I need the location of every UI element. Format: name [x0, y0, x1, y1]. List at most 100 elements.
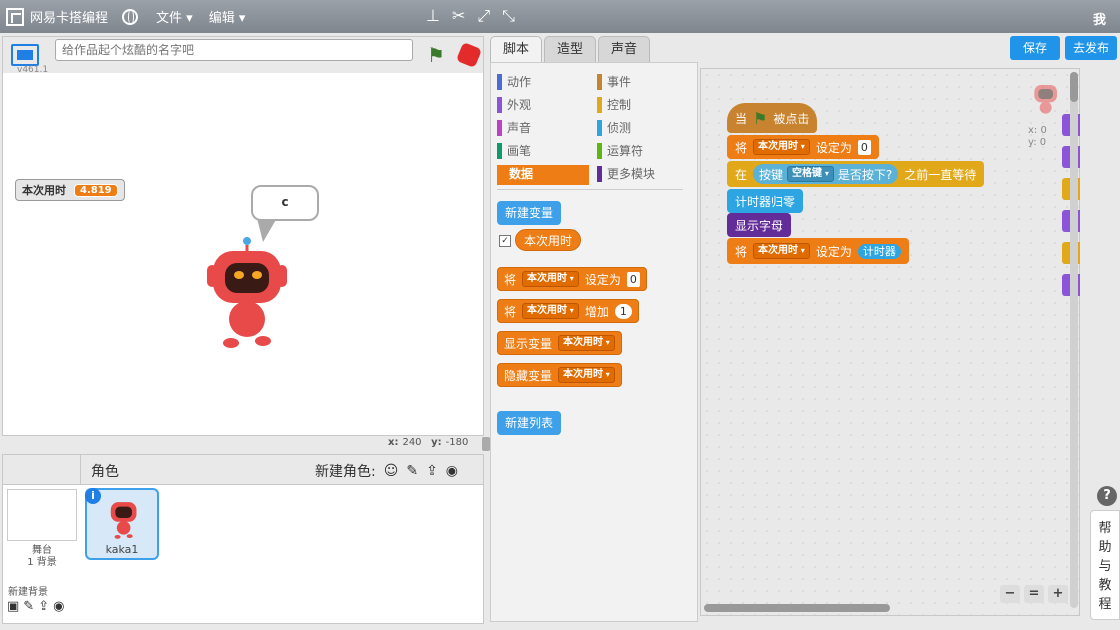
variable-dropdown[interactable]: 本次用时: [753, 243, 810, 259]
tab-sounds[interactable]: 声音: [598, 36, 651, 62]
value-input[interactable]: 0: [626, 271, 640, 287]
coord-y: -180: [445, 437, 469, 448]
variable-reporter[interactable]: 本次用时: [515, 229, 582, 251]
backdrop-paint-icon[interactable]: ✎: [23, 599, 34, 614]
tab-costumes[interactable]: 造型: [544, 36, 597, 62]
category-events[interactable]: 事件: [597, 73, 689, 93]
scripts-area[interactable]: 当 ⚑ 被点击 将 本次用时 设定为 0 在 按键 空格键 是否按下? 之前一直…: [700, 68, 1080, 616]
new-sprite-bar: 新建角色: ☺ ✎ ⇪ ◉: [315, 461, 458, 481]
backdrop-library-icon[interactable]: ▣: [7, 599, 19, 614]
stage-column: [3, 455, 81, 485]
camera-icon[interactable]: ◉: [446, 463, 458, 479]
reset-timer-block[interactable]: 计时器归零: [727, 189, 804, 213]
category-control[interactable]: 控制: [597, 96, 689, 116]
stage-name: 舞台: [32, 545, 52, 556]
category-color-bar: [597, 166, 602, 182]
fullscreen-icon[interactable]: [11, 44, 39, 66]
sprite-position: x: 0 y: 0: [1028, 125, 1047, 149]
sprite-library-panel: 角色 新建角色: ☺ ✎ ⇪ ◉ 舞台 1 背景 新建背景 ▣ ✎ ⇪ ◉ i …: [2, 454, 484, 624]
category-color-bar: [597, 143, 602, 159]
variable-dropdown[interactable]: 本次用时: [753, 139, 810, 155]
help-label: 帮助与教程: [1098, 521, 1112, 612]
set-variable-timer-block[interactable]: 将 本次用时 设定为 计时器: [727, 238, 909, 264]
variable-dropdown[interactable]: 本次用时: [522, 271, 579, 287]
horizontal-scrollbar[interactable]: [704, 604, 890, 612]
block-text: 增加: [584, 304, 609, 319]
upload-icon[interactable]: ⇪: [426, 463, 438, 479]
category-sound[interactable]: 声音: [497, 119, 589, 139]
variable-dropdown[interactable]: 本次用时: [558, 367, 615, 383]
wait-until-block[interactable]: 在 按键 空格键 是否按下? 之前一直等待: [727, 161, 985, 187]
variable-dropdown[interactable]: 本次用时: [558, 335, 615, 351]
category-looks[interactable]: 外观: [497, 96, 589, 116]
timer-reporter[interactable]: 计时器: [857, 243, 901, 259]
variable-monitor[interactable]: 本次用时 4.819: [15, 179, 125, 201]
hide-variable-block[interactable]: 隐藏变量 本次用时: [497, 363, 622, 387]
file-menu[interactable]: 文件 ▾: [156, 7, 193, 26]
category-pen[interactable]: 画笔: [497, 142, 589, 162]
delete-scissors-icon[interactable]: ✂: [452, 6, 465, 26]
editor-tabs: 脚本 造型 声音: [490, 36, 652, 62]
block-text: 是否按下?: [837, 167, 893, 182]
category-color-bar: [597, 120, 602, 136]
tab-scripts[interactable]: 脚本: [490, 36, 543, 62]
category-label: 侦测: [607, 121, 632, 135]
category-sensing[interactable]: 侦测: [597, 119, 689, 139]
key-pressed-predicate[interactable]: 按键 空格键 是否按下?: [753, 164, 899, 184]
zoom-out-icon[interactable]: −: [1000, 585, 1020, 603]
project-title-input[interactable]: [55, 39, 413, 61]
info-icon[interactable]: i: [85, 488, 101, 504]
show-variable-block[interactable]: 显示变量 本次用时: [497, 331, 622, 355]
show-letter-block[interactable]: 显示字母: [727, 213, 792, 237]
robot-sprite[interactable]: [203, 233, 293, 353]
duplicate-stamp-icon[interactable]: ⊥: [426, 6, 440, 26]
backdrop-camera-icon[interactable]: ◉: [53, 599, 64, 614]
backdrop-upload-icon[interactable]: ⇪: [38, 599, 49, 614]
paint-brush-icon[interactable]: ✎: [406, 463, 418, 479]
value-input[interactable]: 0: [857, 139, 871, 155]
help-tutorial-tab[interactable]: 帮助与教程: [1090, 510, 1120, 620]
value-input[interactable]: 1: [614, 303, 632, 319]
variable-checkbox[interactable]: ✓: [499, 235, 511, 247]
when-flag-clicked-block[interactable]: 当 ⚑ 被点击: [727, 103, 818, 133]
new-variable-button[interactable]: 新建变量: [497, 201, 562, 225]
set-variable-block[interactable]: 将 本次用时 设定为 0: [497, 267, 647, 291]
category-motion[interactable]: 动作: [497, 73, 589, 93]
vertical-scrollbar[interactable]: [1070, 72, 1078, 608]
app-logo[interactable]: 网易卡搭编程: [6, 7, 108, 26]
sprite-x: x: 0: [1028, 125, 1047, 136]
stage-panel: v461.1 ⚑ 本次用时 4.819 c: [2, 36, 484, 436]
speech-bubble: c: [251, 185, 319, 221]
edit-menu[interactable]: 编辑 ▾: [209, 7, 246, 26]
help-icon[interactable]: ?: [1097, 486, 1117, 506]
category-data[interactable]: 数据: [497, 165, 589, 185]
monitor-value: 4.819: [74, 183, 118, 197]
zoom-in-icon[interactable]: +: [1048, 585, 1068, 603]
change-variable-block[interactable]: 将 本次用时 增加 1: [497, 299, 639, 323]
sprite-library-icon[interactable]: ☺: [384, 463, 399, 479]
language-globe-icon[interactable]: [122, 8, 139, 25]
logo-icon: [6, 7, 24, 26]
category-divider: [497, 189, 683, 190]
category-operators[interactable]: 运算符: [597, 142, 689, 162]
user-menu[interactable]: 我: [1093, 9, 1106, 28]
publish-button[interactable]: 去发布: [1065, 36, 1117, 60]
stage-canvas[interactable]: 本次用时 4.819 c: [3, 73, 483, 435]
set-variable-block[interactable]: 将 本次用时 设定为 0: [727, 135, 879, 159]
stage-thumbnail[interactable]: [7, 489, 77, 541]
coord-x: 240: [402, 437, 422, 448]
category-label: 动作: [507, 75, 532, 89]
save-button[interactable]: 保存: [1010, 36, 1060, 60]
zoom-reset-icon[interactable]: =: [1024, 585, 1044, 603]
stop-sign-icon[interactable]: [455, 41, 483, 69]
variable-dropdown[interactable]: 本次用时: [522, 303, 579, 319]
collapse-handle[interactable]: [482, 437, 490, 451]
grow-icon[interactable]: ⤢: [477, 6, 490, 26]
category-more-blocks[interactable]: 更多模块: [597, 165, 689, 185]
green-flag-icon[interactable]: ⚑: [427, 43, 445, 67]
sprite-corner-thumbnail: [1034, 85, 1057, 114]
shrink-icon[interactable]: ⤡: [502, 6, 515, 26]
new-list-button[interactable]: 新建列表: [497, 411, 562, 435]
sprite-thumbnail[interactable]: i kaka1: [85, 488, 159, 560]
key-dropdown[interactable]: 空格键: [787, 166, 834, 182]
